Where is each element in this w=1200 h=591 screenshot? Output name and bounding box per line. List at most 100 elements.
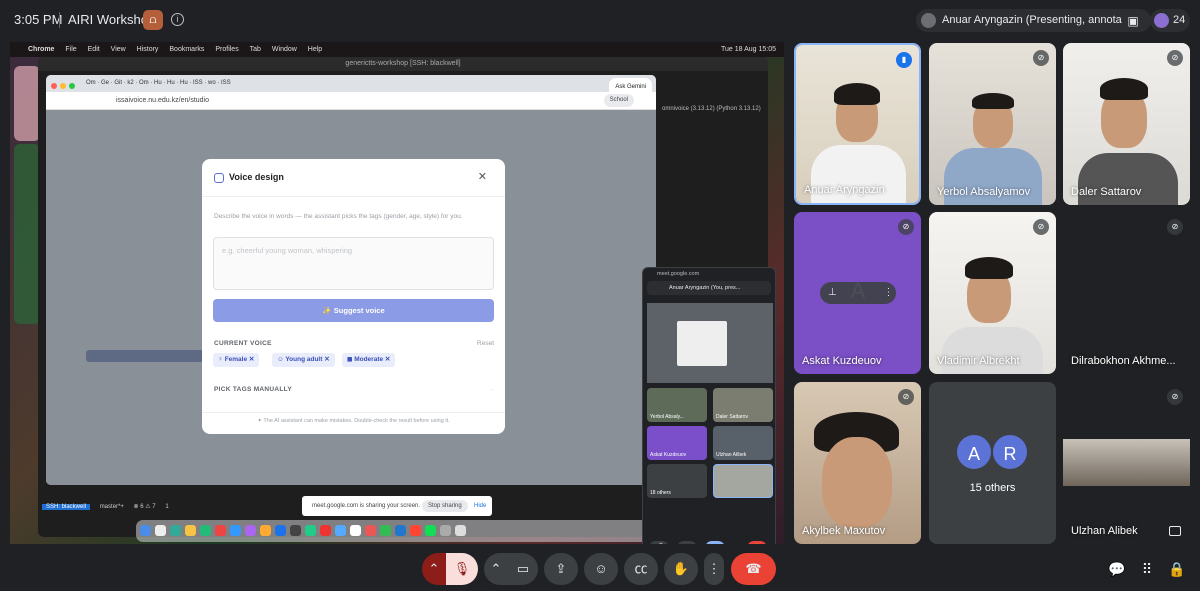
mac-menu-item: Bookmarks bbox=[169, 46, 205, 53]
divider bbox=[59, 12, 60, 28]
python-env-label: omnivoice (3.13.12) (Python 3.13.12) bbox=[662, 106, 761, 112]
mic-off-icon[interactable]: 🎙 bbox=[446, 553, 478, 585]
tile-hover-controls: ⊥ ⋮ bbox=[820, 282, 896, 304]
person bbox=[811, 145, 906, 203]
participant-tile[interactable]: ▮ Anuar Aryngazin bbox=[794, 43, 921, 205]
pip-tile-name: Ulzhan Alibek bbox=[716, 452, 747, 458]
participant-name: Ulzhan Alibek bbox=[1071, 525, 1138, 537]
pip-tile: Yerbol Absaly... bbox=[647, 388, 707, 422]
mic-options-chevron-icon[interactable]: ⌃ bbox=[422, 553, 446, 585]
stop-sharing-button[interactable]: Stop sharing bbox=[422, 500, 468, 512]
meet-pip-window: meet.google.com Anuar Aryngazin (You, pr… bbox=[642, 267, 776, 544]
more-options-icon[interactable]: ⋮ bbox=[884, 287, 894, 298]
mic-icon[interactable]: 🎤 bbox=[649, 541, 669, 544]
url-text: issaivoice.nu.edu.kz/en/studio bbox=[116, 97, 209, 104]
chat-icon[interactable]: 💬 bbox=[1106, 558, 1128, 580]
pip-url: meet.google.com bbox=[657, 271, 700, 277]
captions-icon[interactable]: ㏄ bbox=[624, 553, 658, 585]
pip-tile: Askat Kuzdeuov bbox=[647, 426, 707, 460]
ask-gemini-button[interactable]: Ask Gemini bbox=[609, 78, 652, 97]
present-icon[interactable]: ⇪ bbox=[705, 541, 725, 544]
others-tile[interactable]: A R 15 others bbox=[929, 382, 1056, 544]
participant-tile[interactable]: ⊘ Daler Sattarov bbox=[1063, 43, 1190, 205]
participant-tile[interactable]: ⊘ Yerbol Absalyamov bbox=[929, 43, 1056, 205]
suggest-voice-label: Suggest voice bbox=[333, 306, 385, 315]
raise-hand-icon[interactable]: ✋ bbox=[664, 553, 698, 585]
emoji-reactions-icon[interactable]: ☺ bbox=[584, 553, 618, 585]
person bbox=[965, 257, 1013, 279]
host-controls-lock-icon[interactable]: 🔒 bbox=[1166, 558, 1188, 580]
pip-tile-self bbox=[713, 464, 773, 498]
suggest-voice-button[interactable]: ✨ Suggest voice bbox=[213, 299, 494, 322]
tag-chip-female[interactable]: ♀ Female ✕ bbox=[213, 353, 260, 367]
participant-name: Daler Sattarov bbox=[1071, 186, 1142, 198]
participant-tile[interactable]: A ⊥ ⋮ ⊘ Askat Kuzdeuov bbox=[794, 212, 921, 374]
chip-label: Female bbox=[224, 356, 248, 363]
ssh-status[interactable]: SSH: blackwell bbox=[42, 504, 91, 510]
sharing-notice: meet.google.com is sharing your screen. … bbox=[302, 496, 492, 516]
stop-presenting-icon[interactable]: ▣ bbox=[1122, 10, 1144, 32]
ports-count[interactable]: 1 bbox=[165, 504, 168, 510]
git-branch[interactable]: master*+ bbox=[100, 504, 124, 510]
current-voice-label: CURRENT VOICE bbox=[214, 340, 272, 347]
meeting-info-icon[interactable]: i bbox=[171, 13, 184, 26]
person bbox=[834, 83, 880, 105]
weather-widget bbox=[14, 144, 40, 324]
mic-off-icon: ⊘ bbox=[1167, 219, 1183, 235]
participant-tile[interactable]: ⊘ Ulzhan Alibek bbox=[1063, 382, 1190, 544]
mic-off-icon: ⊘ bbox=[898, 389, 914, 405]
mic-off-icon: ⊘ bbox=[1033, 219, 1049, 235]
present-screen-icon[interactable]: ⇪ bbox=[544, 553, 578, 585]
pip-tile: Ulzhan Alibek bbox=[713, 426, 773, 460]
leave-call-icon[interactable]: ☎ bbox=[747, 541, 767, 544]
camera-options-chevron-icon[interactable]: ⌃ bbox=[484, 553, 508, 585]
mac-menu-item: History bbox=[136, 46, 159, 53]
address-bar[interactable]: issaivoice.nu.edu.kz/en/studio School bbox=[46, 92, 656, 110]
tag-chip-moderate[interactable]: ◼ Moderate ✕ bbox=[342, 353, 396, 367]
pick-tags-manually-toggle[interactable]: PICK TAGS MANUALLY bbox=[214, 386, 292, 393]
avatar bbox=[921, 13, 936, 28]
host-controls-icon[interactable]: ⩍ bbox=[143, 10, 163, 30]
voice-description-input[interactable]: e.g. cheerful young woman, whispering bbox=[213, 237, 494, 290]
mac-menu-app: Chrome bbox=[28, 46, 55, 53]
call-controls: ⌃ 🎙 ⌃ ▭ ⇪ ☺ ㏄ ✋ ⋮ ☎ 💬 ⠿ 🔒 bbox=[0, 548, 1200, 591]
presenter-pill[interactable]: Anuar Aryngazin (Presenting, annotating) bbox=[916, 9, 1152, 32]
close-icon[interactable]: ✕ bbox=[478, 170, 487, 183]
window-title: generictts-workshop [SSH: blackwell] bbox=[38, 57, 768, 71]
person bbox=[972, 93, 1014, 109]
profile-chip[interactable]: School bbox=[603, 94, 634, 107]
reset-button[interactable]: Reset bbox=[477, 340, 494, 347]
participants-button[interactable]: 24 bbox=[1150, 9, 1190, 32]
participant-tile[interactable]: ⊘ Vladimir Albrekht bbox=[929, 212, 1056, 374]
participant-tile[interactable]: ⊘ Akylbek Maxutov bbox=[794, 382, 921, 544]
pip-tile: 18 others bbox=[647, 464, 707, 498]
mac-menu-item: Tab bbox=[249, 46, 261, 53]
tag-chip-young-adult[interactable]: ☺ Young adult ✕ bbox=[272, 353, 335, 367]
participant-tile[interactable]: ⊘ Dilrabokhon Akhme... bbox=[1063, 212, 1190, 374]
mac-menu-item: Window bbox=[271, 46, 297, 53]
pin-icon[interactable]: ⊥ bbox=[828, 287, 837, 298]
hide-link[interactable]: Hide bbox=[474, 496, 486, 516]
activities-icon[interactable]: ⠿ bbox=[1136, 558, 1158, 580]
chip-label: Moderate bbox=[354, 356, 384, 363]
mic-off-icon: ⊘ bbox=[1033, 50, 1049, 66]
participant-name: Akylbek Maxutov bbox=[802, 525, 886, 537]
more-icon[interactable]: ⋮ bbox=[729, 541, 739, 544]
participant-name: Vladimir Albrekht bbox=[937, 355, 1020, 367]
mac-menu-item: Help bbox=[307, 46, 323, 53]
camera-icon[interactable]: ▭ bbox=[677, 541, 697, 544]
person bbox=[822, 437, 892, 527]
mic-off-icon: ⊘ bbox=[898, 219, 914, 235]
chevron-icon[interactable]: · bbox=[491, 386, 493, 393]
pip-presenting-label: Anuar Aryngazin (You, pres... bbox=[647, 281, 771, 295]
pip-tile-name: Yerbol Absaly... bbox=[650, 414, 684, 420]
pip-controls: 🎤 ▭ ⇪ ⋮ ☎ bbox=[643, 536, 775, 544]
participant-name: Yerbol Absalyamov bbox=[937, 186, 1031, 198]
mac-clock: Tue 18 Aug 15:05 bbox=[720, 46, 776, 53]
problems-count[interactable]: ⊗ 6 ⚠ 7 bbox=[134, 504, 156, 510]
camera-icon[interactable]: ▭ bbox=[508, 553, 538, 585]
more-options-icon[interactable]: ⋮ bbox=[704, 553, 724, 585]
leave-call-icon[interactable]: ☎ bbox=[731, 553, 776, 585]
voice-design-icon bbox=[214, 173, 224, 183]
voice-design-modal: Voice design ✕ Describe the voice in wor… bbox=[202, 159, 505, 434]
